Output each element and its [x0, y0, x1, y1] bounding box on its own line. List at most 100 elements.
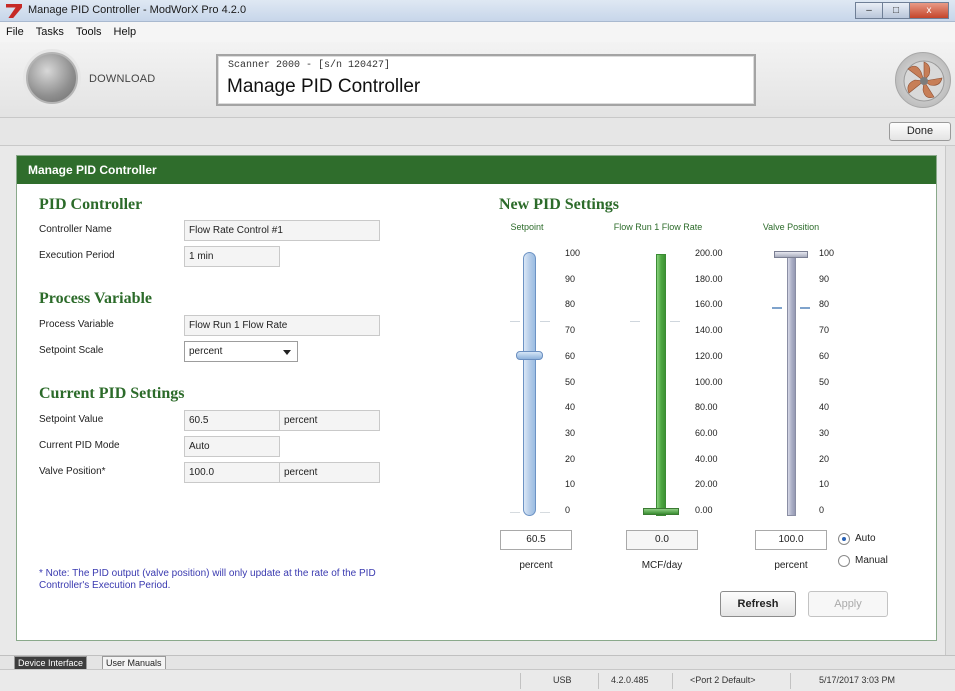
section-current-settings: Current PID Settings [39, 385, 185, 402]
valve-position-tick-label: 50 [819, 376, 830, 387]
valve-position-tick-label: 100 [819, 248, 835, 258]
controller-name-label: Controller Name [39, 224, 112, 235]
setpoint-tick-label: 60 [565, 350, 576, 361]
download-orb-button[interactable] [26, 52, 78, 104]
setpoint-tick-label: 50 [565, 376, 576, 387]
status-separator [520, 673, 521, 689]
flow-rate-tick-label: 40.00 [695, 453, 718, 464]
flow-rate-column-title: Flow Run 1 Flow Rate [613, 222, 703, 232]
valve-position-input[interactable]: 100.0 [755, 530, 827, 550]
menu-help[interactable]: Help [114, 26, 137, 38]
refresh-button[interactable]: Refresh [720, 591, 796, 617]
auto-radio[interactable] [838, 533, 850, 545]
flow-rate-tick-label: 100.00 [695, 376, 723, 387]
vertical-scrollbar[interactable] [945, 146, 955, 655]
setpoint-input[interactable]: 60.5 [500, 530, 572, 550]
setpoint-scale-select[interactable]: percent [184, 341, 298, 362]
fan-icon[interactable] [895, 52, 951, 108]
flow-rate-unit: MCF/day [641, 560, 683, 571]
menu-tasks[interactable]: Tasks [36, 26, 64, 38]
setpoint-tick-label: 90 [565, 273, 576, 284]
valve-position-tick-label: 90 [819, 273, 830, 284]
flow-ghost-mark [670, 321, 680, 322]
status-separator [790, 673, 791, 689]
setpoint-tick-label: 30 [565, 427, 576, 438]
setpoint-ghost-mark [540, 512, 550, 513]
setpoint-tick-label: 70 [565, 325, 576, 336]
setpoint-slider-track[interactable] [523, 252, 536, 516]
setpoint-column-title: Setpoint [510, 222, 544, 232]
setpoint-unit: percent [519, 560, 553, 571]
minimize-button[interactable]: – [855, 2, 883, 19]
panel-header: Manage PID Controller [17, 156, 936, 184]
done-button[interactable]: Done [889, 122, 951, 141]
flow-rate-indicator [643, 507, 679, 515]
valve-unit-field: percent [280, 462, 380, 483]
content-area: Manage PID Controller PID Controller Con… [0, 146, 955, 655]
valve-position-tick-label: 70 [819, 325, 830, 336]
current-mode-label: Current PID Mode [39, 440, 120, 451]
status-datetime: 5/17/2017 3:03 PM [819, 675, 896, 685]
setpoint-value-field: 60.5 [184, 410, 280, 431]
valve-position-column-title: Valve Position [762, 222, 820, 232]
status-separator [672, 673, 673, 689]
auto-radio-label[interactable]: Auto [855, 533, 876, 544]
status-separator [598, 673, 599, 689]
flow-rate-tick-label: 60.00 [695, 427, 718, 438]
apply-button[interactable]: Apply [808, 591, 888, 617]
pid-panel: Manage PID Controller PID Controller Con… [16, 155, 937, 641]
valve-position-unit: percent [774, 560, 808, 571]
setpoint-ghost-mark [510, 512, 520, 513]
execution-note: * Note: The PID output (valve position) … [39, 568, 376, 591]
valve-position-tick-label: 10 [819, 479, 830, 490]
bottom-tab-bar: Device Interface User Manuals [0, 655, 955, 670]
menu-file[interactable]: File [6, 26, 24, 38]
setpoint-scale-label: Setpoint Scale [39, 345, 104, 356]
controller-name-field[interactable]: Flow Rate Control #1 [184, 220, 380, 241]
menu-bar: File Tasks Tools Help [0, 22, 955, 42]
download-label[interactable]: DOWNLOAD [89, 73, 155, 85]
manual-radio-label[interactable]: Manual [855, 555, 888, 566]
setpoint-tick-label: 10 [565, 479, 576, 490]
setpoint-slider-handle[interactable] [516, 351, 543, 360]
valve-position-tick-label: 60 [819, 350, 830, 361]
status-port: <Port 2 Default> [690, 675, 756, 685]
valve-position-slider-track[interactable] [787, 252, 796, 516]
status-version: 4.2.0.485 [611, 675, 649, 685]
menu-tools[interactable]: Tools [76, 26, 102, 38]
section-process-variable: Process Variable [39, 290, 153, 307]
window-titlebar: Manage PID Controller - ModWorX Pro 4.2.… [0, 0, 955, 22]
execution-period-field[interactable]: 1 min [184, 246, 280, 267]
header-band: DOWNLOAD Scanner 2000 - [s/n 120427] Man… [0, 42, 955, 118]
valve-position-field: 100.0 [184, 462, 280, 483]
section-new-settings: New PID Settings [499, 196, 619, 213]
screen-title: Manage PID Controller [227, 76, 421, 97]
valve-mark-right [800, 307, 810, 309]
process-variable-label: Process Variable [39, 319, 114, 330]
flow-rate-tick-label: 120.00 [695, 350, 723, 361]
flow-rate-bar [656, 254, 666, 516]
valve-position-slider-handle[interactable] [774, 250, 808, 258]
fan-blades-icon [903, 60, 945, 102]
tab-user-manuals[interactable]: User Manuals [102, 656, 166, 670]
app-logo-icon [6, 4, 22, 18]
flow-rate-tick-label: 160.00 [695, 299, 723, 310]
flow-rate-tick-label: 80.00 [695, 402, 718, 413]
flow-ghost-mark [630, 321, 640, 322]
action-strip: Done [0, 118, 955, 146]
setpoint-tick-label: 100 [565, 248, 581, 258]
chevron-down-icon [283, 350, 291, 355]
flow-rate-tick-label: 140.00 [695, 325, 723, 336]
manual-radio[interactable] [838, 555, 850, 567]
tab-device-interface[interactable]: Device Interface [14, 656, 88, 670]
window-title: Manage PID Controller - ModWorX Pro 4.2.… [28, 4, 247, 16]
flow-rate-value: 0.0 [626, 530, 698, 550]
flow-rate-tick-label: 200.00 [695, 248, 723, 258]
current-mode-field: Auto [184, 436, 280, 457]
window-controls: – □ x [855, 2, 949, 19]
process-variable-field[interactable]: Flow Run 1 Flow Rate [184, 315, 380, 336]
setpoint-tick-label: 80 [565, 299, 576, 310]
maximize-button[interactable]: □ [882, 2, 910, 19]
close-button[interactable]: x [909, 2, 949, 19]
section-pid-controller: PID Controller [39, 196, 143, 213]
